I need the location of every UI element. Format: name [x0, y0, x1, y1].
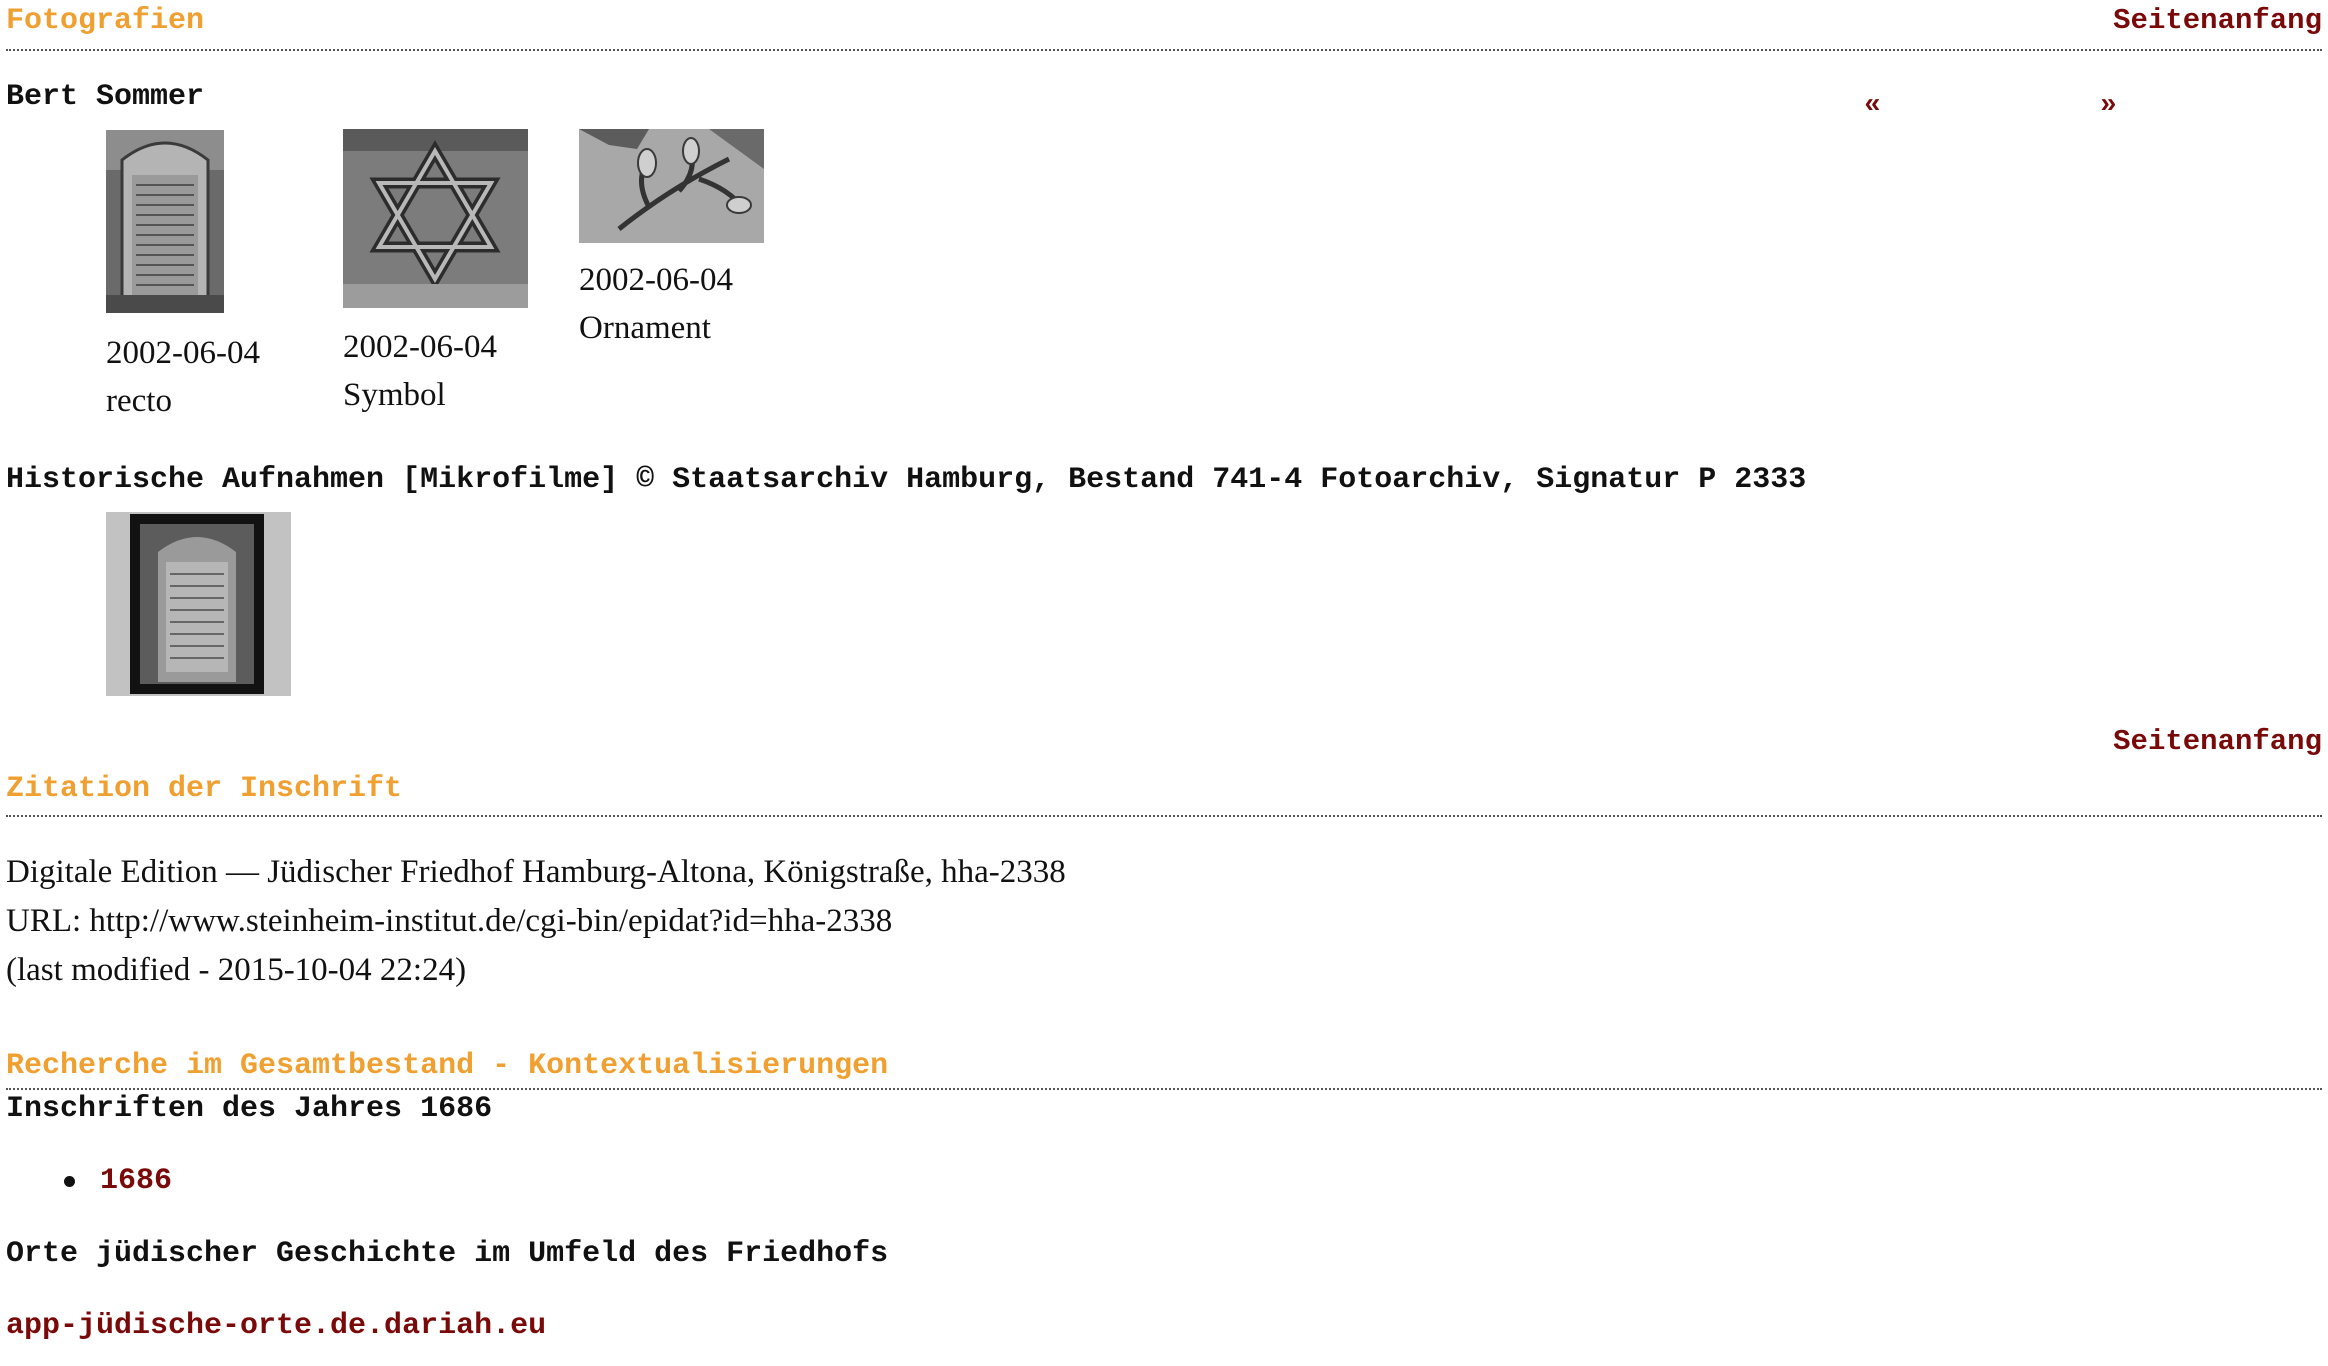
photo-thumbnail-ornament[interactable] [579, 129, 764, 243]
photo-caption: Symbol [343, 377, 446, 413]
places-heading: Orte jüdischer Geschichte im Umfeld des … [6, 1237, 889, 1271]
citation-edition: Digitale Edition — Jüdischer Friedhof Ha… [6, 854, 1066, 890]
gravestone-image [106, 130, 224, 313]
section-divider [6, 815, 2322, 817]
star-of-david-image [343, 129, 528, 308]
previous-photo-link[interactable]: « [1864, 90, 1881, 121]
section-title-research: Recherche im Gesamtbestand - Kontextuali… [6, 1049, 889, 1083]
section-title-photos: Fotografien [6, 4, 205, 38]
back-to-top-link[interactable]: Seitenanfang [2113, 725, 2322, 758]
photo-date: 2002-06-04 [106, 335, 260, 371]
photo-date: 2002-06-04 [343, 329, 497, 365]
historic-photos-heading: Historische Aufnahmen [Mikrofilme] © Sta… [6, 463, 1807, 497]
photo-thumbnail-symbol[interactable] [343, 129, 528, 308]
places-link[interactable]: app-jüdische-orte.de.dariah.eu [6, 1309, 546, 1343]
year-link[interactable]: 1686 [100, 1164, 172, 1198]
year-heading: Inschriften des Jahres 1686 [6, 1092, 493, 1126]
historic-photo-thumbnail[interactable] [106, 512, 291, 696]
list-bullet [64, 1176, 75, 1187]
next-photo-link[interactable]: » [2100, 90, 2117, 121]
photo-caption: Ornament [579, 310, 711, 346]
citation-url: URL: http://www.steinheim-institut.de/cg… [6, 903, 893, 939]
citation-last-modified: (last modified - 2015-10-04 22:24) [6, 952, 467, 988]
section-divider [6, 1088, 2322, 1090]
microfilm-image [106, 512, 291, 696]
photo-caption: recto [106, 383, 172, 419]
photo-thumbnail-recto[interactable] [106, 130, 224, 313]
photo-date: 2002-06-04 [579, 262, 733, 298]
section-divider [6, 49, 2322, 51]
section-title-citation: Zitation der Inschrift [6, 772, 403, 806]
ornament-image [579, 129, 764, 243]
back-to-top-link[interactable]: Seitenanfang [2113, 4, 2322, 37]
photographer-name: Bert Sommer [6, 80, 205, 114]
